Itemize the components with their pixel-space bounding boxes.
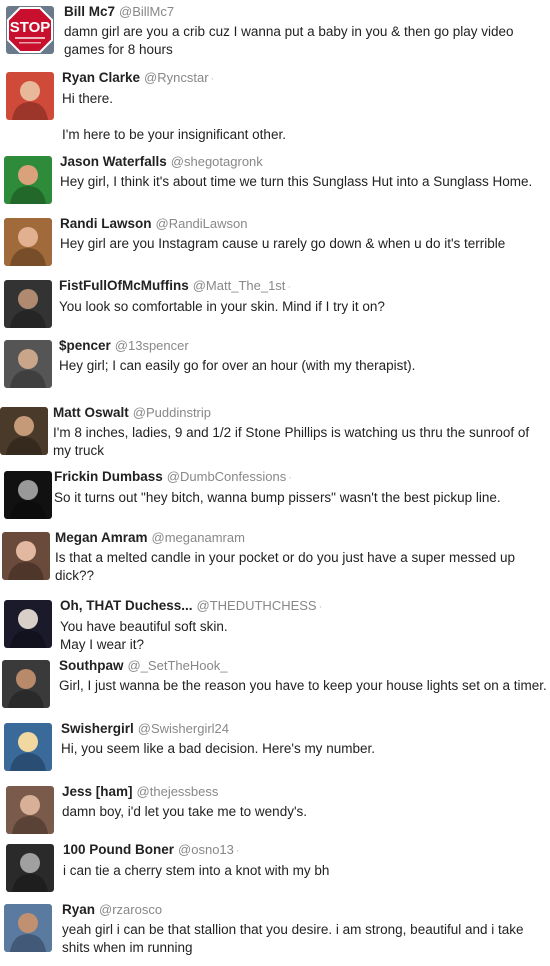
tweet-text: Is that a melted candle in your pocket o… [55,550,516,583]
tweet-header: Matt Oswalt @Puddinstrip [53,405,548,421]
display-name[interactable]: Southpaw [59,658,124,673]
tweet-header: 100 Pound Boner @osno13 · [63,842,548,859]
avatar[interactable] [4,218,52,266]
tweet-body: Frickin Dumbass @DumbConfessions · So it tu… [54,469,548,507]
user-handle[interactable]: @DumbConfessions [167,469,286,484]
avatar[interactable] [4,280,52,328]
separator-dot: · [210,73,215,85]
tweet-header: Oh, THAT Duchess... @THEDUTHCHESS · [60,598,548,615]
separator-dot: · [288,472,292,484]
tweet-header: Jason Waterfalls @shegotagronk [60,154,548,170]
tweet-body: Megan Amram @meganamram Is that a melted c… [55,530,548,585]
tweet-text: You look so comfortable in your skin. Mi… [59,299,385,314]
avatar[interactable] [4,471,52,519]
user-handle[interactable]: @Ryncstar [144,70,209,85]
tweet-body: $pencer @13spencer Hey girl; I can easily … [59,338,548,375]
tweet-text: damn girl are you a crib cuz I wanna put… [64,24,514,57]
user-handle[interactable]: @RandiLawson [156,216,248,231]
separator-dot: · [235,845,240,857]
tweet-body: Jess [ham] @thejessbess damn boy, i'd let … [62,784,548,821]
user-handle[interactable]: @BillMc7 [119,4,174,19]
tweet-header: Ryan @rzarosco [62,902,548,918]
separator-dot: · [287,281,292,293]
display-name[interactable]: Matt Oswalt [53,405,129,420]
user-handle[interactable]: @Swishergirl24 [138,721,229,736]
tweet-text: Hi, you seem like a bad decision. Here's… [61,741,375,756]
tweet-body: Ryan Clarke @Ryncstar · Hi there. I'm here … [62,70,548,144]
user-handle[interactable]: @13spencer [115,338,189,353]
tweet-body: Ryan @rzarosco yeah girl i can be that sta… [62,902,548,957]
user-handle[interactable]: @Matt_The_1st [193,278,286,293]
tweet-body: Bill Mc7 @BillMc7 damn girl are you a crib… [64,4,548,59]
tweet-header: Bill Mc7 @BillMc7 [64,4,548,20]
user-handle[interactable]: @shegotagronk [171,154,263,169]
display-name[interactable]: Randi Lawson [60,216,152,231]
tweet-header: Megan Amram @meganamram [55,530,548,546]
display-name[interactable]: Oh, THAT Duchess... [60,598,193,613]
user-handle[interactable]: @thejessbess [137,784,219,799]
avatar[interactable] [2,532,50,580]
tweet-body: Jason Waterfalls @shegotagronk Hey girl, I… [60,154,548,191]
tweet-text: damn boy, i'd let you take me to wendy's… [62,804,308,819]
tweet-text: Hey girl, I think it's about time we tur… [60,174,533,189]
avatar[interactable] [0,407,48,455]
tweet-header: Swishergirl @Swishergirl24 [61,721,548,737]
display-name[interactable]: Jess [ham] [62,784,133,799]
display-name[interactable]: $pencer [59,338,111,353]
user-handle[interactable]: @osno13 [178,842,234,857]
display-name[interactable]: FistFullOfMcMuffins [59,278,189,293]
user-handle[interactable]: @Puddinstrip [133,405,211,420]
tweet-header: FistFullOfMcMuffins @Matt_The_1st · [59,278,548,295]
tweet-body: Matt Oswalt @Puddinstrip I'm 8 inches, lad… [53,405,548,460]
tweet-body: Swishergirl @Swishergirl24 Hi, you seem li… [61,721,548,758]
display-name[interactable]: 100 Pound Boner [63,842,174,857]
tweet-header: Frickin Dumbass @DumbConfessions · [54,469,548,486]
tweet-header: $pencer @13spencer [59,338,548,354]
tweet-text: i can tie a cherry stem into a knot with… [63,863,330,878]
tweet-text: Hey girl; I can easily go for over an ho… [59,358,416,373]
tweet-text: So it turns out "hey bitch, wanna bump p… [54,490,501,505]
avatar[interactable] [4,156,52,204]
tweet-header: Randi Lawson @RandiLawson [60,216,548,232]
avatar[interactable] [4,723,52,771]
avatar[interactable] [4,904,52,952]
avatar[interactable] [2,660,50,708]
svg-text:STOP: STOP [10,19,51,36]
display-name[interactable]: Ryan [62,902,95,917]
display-name[interactable]: Megan Amram [55,530,148,545]
tweet-body: Oh, THAT Duchess... @THEDUTHCHESS · You hav… [60,598,548,654]
avatar[interactable] [6,786,54,834]
display-name[interactable]: Ryan Clarke [62,70,140,85]
tweet-text: yeah girl i can be that stallion that yo… [62,922,524,955]
user-handle[interactable]: @meganamram [152,530,245,545]
display-name[interactable]: Bill Mc7 [64,4,115,19]
display-name[interactable]: Jason Waterfalls [60,154,167,169]
tweet-header: Jess [ham] @thejessbess [62,784,548,800]
avatar[interactable] [4,600,52,648]
tweet-body: FistFullOfMcMuffins @Matt_The_1st · You loo… [59,278,548,316]
avatar[interactable] [6,72,54,120]
separator-dot: · [318,601,323,613]
tweet-text: Hi there. I'm here to be your insignific… [62,91,286,142]
stop-sign-icon[interactable]: STOP [6,6,54,54]
tweet-body: Randi Lawson @RandiLawson Hey girl are you… [60,216,548,253]
tweet-header: Southpaw @_SetTheHook_ [59,658,548,674]
tweet-text: You have beautiful soft skin. May I wear… [60,619,228,652]
avatar[interactable] [6,844,54,892]
display-name[interactable]: Frickin Dumbass [54,469,163,484]
tweet-text: I'm 8 inches, ladies, 9 and 1/2 if Stone… [53,425,530,458]
tweet-text: Girl, I just wanna be the reason you hav… [59,678,547,693]
tweet-text: Hey girl are you Instagram cause u rarel… [60,236,506,251]
tweet-header: Ryan Clarke @Ryncstar · [62,70,548,87]
tweet-body: 100 Pound Boner @osno13 · i can tie a cherr… [63,842,548,880]
tweet-body: Southpaw @_SetTheHook_ Girl, I just wanna … [59,658,548,695]
user-handle[interactable]: @rzarosco [99,902,162,917]
user-handle[interactable]: @THEDUTHCHESS [197,598,317,613]
display-name[interactable]: Swishergirl [61,721,134,736]
avatar[interactable] [4,340,52,388]
user-handle[interactable]: @_SetTheHook_ [128,658,228,673]
